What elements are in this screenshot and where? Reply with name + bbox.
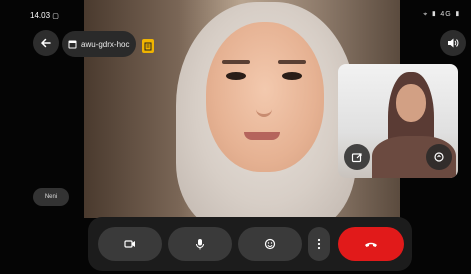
status-time: 14.03 ▢ <box>30 11 59 20</box>
back-button[interactable] <box>33 30 59 56</box>
emoji-icon <box>264 238 276 250</box>
speaker-icon <box>448 38 459 48</box>
switch-camera-button[interactable] <box>426 144 452 170</box>
arrow-left-icon <box>40 38 51 48</box>
video-camera-icon <box>124 240 135 248</box>
reactions-button[interactable] <box>238 227 302 261</box>
nose <box>256 95 272 117</box>
status-time-text: 14.03 <box>30 11 51 20</box>
eye-left <box>226 72 246 80</box>
more-vertical-icon <box>317 238 321 250</box>
microphone-icon <box>196 239 204 250</box>
meeting-info-chip[interactable]: awu-gdrx-hoc <box>62 31 136 57</box>
meeting-code: awu-gdrx-hoc <box>81 39 130 49</box>
calendar-icon <box>68 40 77 49</box>
participant-name-label: Neni <box>33 188 69 206</box>
eye-right <box>282 72 302 80</box>
shield-icon <box>144 42 152 50</box>
mic-toggle-button[interactable] <box>168 227 232 261</box>
end-call-icon <box>365 242 377 247</box>
self-face <box>396 84 426 122</box>
badge-button[interactable] <box>142 39 154 53</box>
video-call-screen: 14.03 ▢ ⌖ ▮ 4G ▮ awu-gdrx-hoc Neni <box>0 0 471 274</box>
speaker-button[interactable] <box>440 30 466 56</box>
eyebrow-left <box>222 60 250 64</box>
mouth <box>244 132 280 140</box>
switch-camera-icon <box>434 152 444 162</box>
self-video-tile[interactable] <box>338 64 458 178</box>
eyebrow-right <box>278 60 306 64</box>
share-screen-button[interactable] <box>344 144 370 170</box>
camera-toggle-button[interactable] <box>98 227 162 261</box>
end-call-button[interactable] <box>338 227 404 261</box>
call-control-bar <box>88 217 412 271</box>
share-screen-icon <box>351 153 362 163</box>
status-notification-icon: ▢ <box>52 13 59 20</box>
more-options-button[interactable] <box>308 227 330 261</box>
status-indicators: ⌖ ▮ 4G ▮ <box>423 11 461 18</box>
